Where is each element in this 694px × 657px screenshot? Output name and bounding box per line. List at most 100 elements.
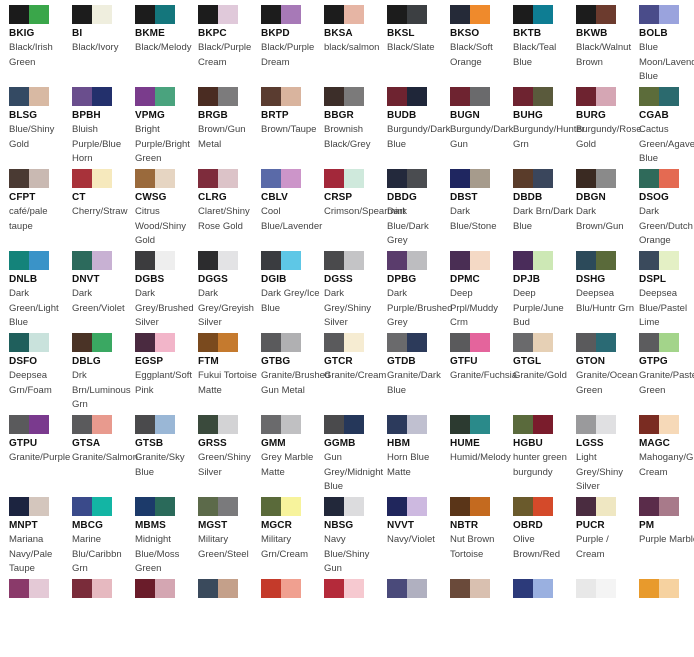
color-swatch-item-87[interactable] — [639, 579, 694, 657]
color-swatch-bpbh[interactable]: BPBH Bluish Purple/Blue Horn — [72, 87, 134, 165]
color-swatch-dbst[interactable]: DBST Dark Blue/Stone — [450, 169, 512, 247]
swatch-chip[interactable] — [135, 251, 175, 270]
swatch-chip[interactable] — [324, 5, 364, 24]
color-swatch-gtsa[interactable]: GTSA Granite/Salmon — [72, 415, 138, 493]
color-swatch-dbdg[interactable]: DBDG Dark Blue/Dark Grey — [387, 169, 449, 247]
color-swatch-lgss[interactable]: LGSS Light Grey/Shiny Silver — [576, 415, 638, 493]
swatch-chip[interactable] — [9, 497, 49, 516]
swatch-chip[interactable] — [9, 87, 49, 106]
swatch-chip[interactable] — [324, 251, 364, 270]
swatch-chip[interactable] — [576, 87, 616, 106]
swatch-chip[interactable] — [198, 579, 238, 598]
swatch-chip[interactable] — [324, 579, 364, 598]
color-swatch-gtbg[interactable]: GTBG Granite/Brushed Gun Metal — [261, 333, 330, 411]
color-swatch-cfpt[interactable]: CFPT café/pale taupe — [9, 169, 71, 247]
color-swatch-dshg[interactable]: DSHG Deepsea Blu/Huntr Grn — [576, 251, 638, 329]
swatch-chip[interactable] — [639, 497, 679, 516]
swatch-chip[interactable] — [72, 333, 112, 352]
swatch-chip[interactable] — [198, 333, 238, 352]
color-swatch-dbdb[interactable]: DBDB Dark Brn/Dark Blue — [513, 169, 575, 247]
color-swatch-hume[interactable]: HUME Humid/Melody — [450, 415, 512, 493]
swatch-chip[interactable] — [261, 251, 301, 270]
swatch-chip[interactable] — [450, 251, 490, 270]
color-swatch-cgab[interactable]: CGAB Cactus Green/Agave Blue — [639, 87, 694, 165]
swatch-chip[interactable] — [576, 251, 616, 270]
color-swatch-mnpt[interactable]: MNPT Mariana Navy/Pale Taupe — [9, 497, 71, 575]
swatch-chip[interactable] — [324, 497, 364, 516]
swatch-chip[interactable] — [576, 579, 616, 598]
swatch-chip[interactable] — [576, 497, 616, 516]
swatch-chip[interactable] — [324, 415, 364, 434]
swatch-chip[interactable] — [450, 579, 490, 598]
color-swatch-clrg[interactable]: CLRG Claret/Shiny Rose Gold — [198, 169, 260, 247]
color-swatch-pucr[interactable]: PUCR Purple / Cream — [576, 497, 638, 575]
color-swatch-bkso[interactable]: BKSO Black/Soft Orange — [450, 5, 512, 83]
swatch-chip[interactable] — [9, 169, 49, 188]
color-swatch-item-78[interactable] — [72, 579, 134, 657]
color-swatch-budb[interactable]: BUDB Burgundy/Dark Blue — [387, 87, 450, 165]
color-swatch-bkpd[interactable]: BKPD Black/Purple Dream — [261, 5, 323, 83]
swatch-chip[interactable] — [261, 333, 301, 352]
color-swatch-bkme[interactable]: BKME Black/Melody — [135, 5, 197, 83]
swatch-chip[interactable] — [198, 5, 238, 24]
swatch-chip[interactable] — [135, 415, 175, 434]
swatch-chip[interactable] — [135, 169, 175, 188]
swatch-chip[interactable] — [261, 169, 301, 188]
color-swatch-item-82[interactable] — [324, 579, 386, 657]
color-swatch-dgib[interactable]: DGIB Dark Grey/Ice Blue — [261, 251, 323, 329]
color-swatch-ftm[interactable]: FTM Fukui Tortoise Matte — [198, 333, 260, 411]
color-swatch-gtpu[interactable]: GTPU Granite/Purple — [9, 415, 71, 493]
color-swatch-bkig[interactable]: BKIG Black/Irish Green — [9, 5, 71, 83]
color-swatch-blsg[interactable]: BLSG Blue/Shiny Gold — [9, 87, 71, 165]
swatch-chip[interactable] — [450, 497, 490, 516]
color-swatch-cwsg[interactable]: CWSG Citrus Wood/Shiny Gold — [135, 169, 197, 247]
color-swatch-bi[interactable]: BI Black/Ivory — [72, 5, 134, 83]
color-swatch-dnlb[interactable]: DNLB Dark Green/Light Blue — [9, 251, 71, 329]
swatch-chip[interactable] — [198, 415, 238, 434]
swatch-chip[interactable] — [576, 333, 616, 352]
swatch-chip[interactable] — [387, 251, 427, 270]
color-swatch-obrd[interactable]: OBRD Olive Brown/Red — [513, 497, 575, 575]
swatch-chip[interactable] — [387, 415, 427, 434]
color-swatch-item-85[interactable] — [513, 579, 575, 657]
color-swatch-item-84[interactable] — [450, 579, 512, 657]
color-swatch-item-81[interactable] — [261, 579, 323, 657]
swatch-chip[interactable] — [513, 251, 553, 270]
color-swatch-item-80[interactable] — [198, 579, 260, 657]
swatch-chip[interactable] — [9, 333, 49, 352]
swatch-chip[interactable] — [9, 5, 49, 24]
color-swatch-ggmb[interactable]: GGMB Gun Grey/Midnight Blue — [324, 415, 386, 493]
color-swatch-gtsb[interactable]: GTSB Granite/Sky Blue — [135, 415, 197, 493]
color-swatch-vpmg[interactable]: VPMG Bright Purple/Bright Green — [135, 87, 197, 165]
color-swatch-dpmc[interactable]: DPMC Deep Prpl/Muddy Crm — [450, 251, 512, 329]
swatch-chip[interactable] — [450, 169, 490, 188]
swatch-chip[interactable] — [9, 415, 49, 434]
swatch-chip[interactable] — [135, 87, 175, 106]
color-swatch-gtfu[interactable]: GTFU Granite/Fuchsia — [450, 333, 517, 411]
color-swatch-item-86[interactable] — [576, 579, 638, 657]
color-swatch-item-79[interactable] — [135, 579, 197, 657]
color-swatch-dnvt[interactable]: DNVT Dark Green/Violet — [72, 251, 134, 329]
swatch-chip[interactable] — [513, 87, 553, 106]
color-swatch-cblv[interactable]: CBLV Cool Blue/Lavender — [261, 169, 323, 247]
color-swatch-mbcg[interactable]: MBCG Marine Blu/Caribbn Grn — [72, 497, 134, 575]
swatch-chip[interactable] — [72, 497, 112, 516]
color-swatch-bolb[interactable]: BOLB Blue Moon/Lavender Blue — [639, 5, 694, 83]
swatch-chip[interactable] — [261, 579, 301, 598]
swatch-chip[interactable] — [135, 497, 175, 516]
swatch-chip[interactable] — [450, 5, 490, 24]
swatch-chip[interactable] — [513, 579, 553, 598]
swatch-chip[interactable] — [198, 497, 238, 516]
color-swatch-bugn[interactable]: BUGN Burgundy/Dark Gun — [450, 87, 513, 165]
color-swatch-brtp[interactable]: BRTP Brown/Taupe — [261, 87, 323, 165]
color-swatch-dbgn[interactable]: DBGN Dark Brown/Gun — [576, 169, 638, 247]
color-swatch-dblg[interactable]: DBLG Drk Brn/Luminous Grn — [72, 333, 134, 411]
swatch-chip[interactable] — [72, 579, 112, 598]
color-swatch-gtgl[interactable]: GTGL Granite/Gold — [513, 333, 575, 411]
color-swatch-hgbu[interactable]: HGBU hunter green burgundy — [513, 415, 575, 493]
swatch-chip[interactable] — [639, 169, 679, 188]
color-swatch-gton[interactable]: GTON Granite/Ocean Green — [576, 333, 638, 411]
swatch-chip[interactable] — [513, 415, 553, 434]
color-swatch-mgst[interactable]: MGST Military Green/Steel — [198, 497, 260, 575]
swatch-chip[interactable] — [198, 87, 238, 106]
